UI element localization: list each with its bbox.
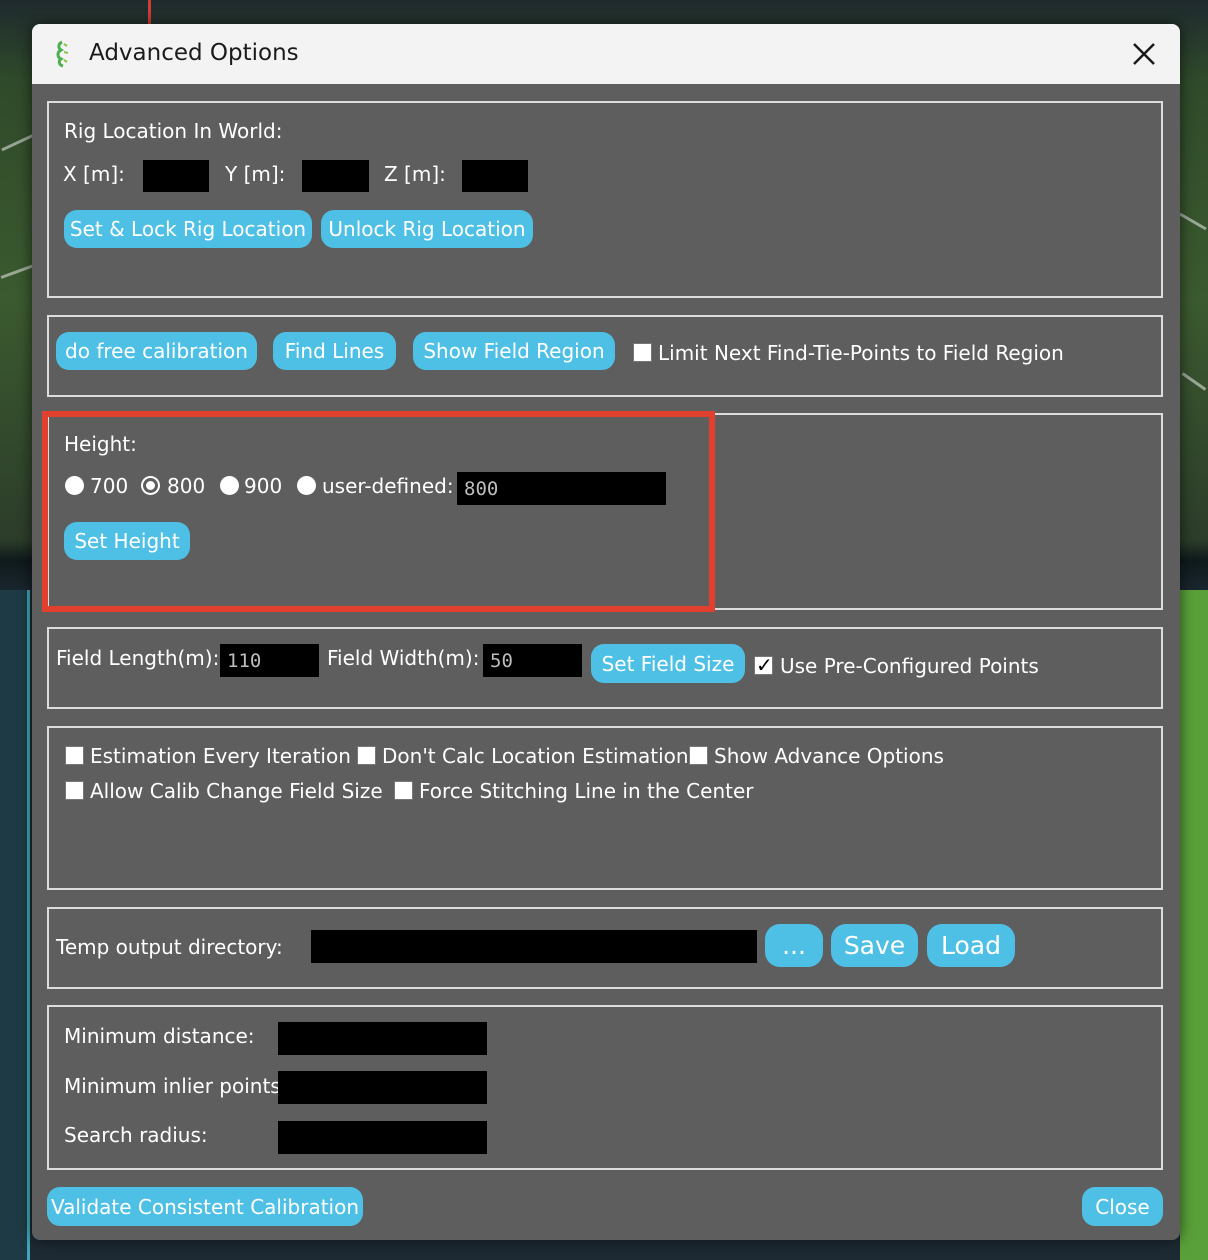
dialog-titlebar[interactable]: Advanced Options [32, 24, 1180, 84]
load-button[interactable]: Load [927, 924, 1015, 967]
field-length-input[interactable]: 110 [220, 644, 319, 677]
unlock-rig-button[interactable]: Unlock Rig Location [321, 210, 533, 248]
estimation-every-iteration-checkbox[interactable] [65, 746, 84, 765]
background-marker [148, 0, 151, 24]
rig-location-heading: Rig Location In World: [64, 119, 283, 143]
save-button[interactable]: Save [831, 924, 918, 967]
allow-calib-change-label: Allow Calib Change Field Size [90, 779, 383, 803]
search-radius-input[interactable] [278, 1121, 487, 1154]
height-highlight-box [42, 411, 715, 612]
close-button[interactable]: Close [1082, 1187, 1163, 1226]
min-distance-input[interactable] [278, 1022, 487, 1055]
show-field-region-button[interactable]: Show Field Region [413, 332, 615, 370]
force-stitching-checkbox[interactable] [394, 781, 413, 800]
y-input[interactable] [302, 160, 369, 192]
x-label: X [m]: [63, 162, 125, 186]
check-mark-icon: ✓ [756, 653, 773, 677]
validate-calibration-button[interactable]: Validate Consistent Calibration [47, 1187, 363, 1226]
estimation-every-iteration-label: Estimation Every Iteration [90, 744, 351, 768]
preconfigured-points-label: Use Pre-Configured Points [780, 654, 1039, 678]
field-length-label: Field Length(m): [56, 646, 220, 670]
y-label: Y [m]: [225, 162, 286, 186]
allow-calib-change-checkbox[interactable] [65, 781, 84, 800]
output-directory-label: Temp output directory: [56, 935, 283, 959]
limit-field-region-label: Limit Next Find-Tie-Points to Field Regi… [658, 341, 1064, 365]
browse-button[interactable]: ... [765, 924, 823, 967]
show-advance-options-checkbox[interactable] [689, 746, 708, 765]
background-panel-left [0, 590, 30, 1260]
show-advance-options-label: Show Advance Options [714, 744, 944, 768]
set-field-size-button[interactable]: Set Field Size [591, 644, 745, 683]
set-lock-rig-button[interactable]: Set & Lock Rig Location [64, 210, 312, 248]
min-inlier-input[interactable] [278, 1071, 487, 1104]
min-distance-label: Minimum distance: [64, 1024, 255, 1048]
x-input[interactable] [143, 160, 209, 192]
preconfigured-points-checkbox[interactable]: ✓ [754, 653, 773, 677]
dont-calc-location-label: Don't Calc Location Estimation [382, 744, 689, 768]
free-calibration-button[interactable]: do free calibration [56, 332, 257, 370]
force-stitching-label: Force Stitching Line in the Center [419, 779, 754, 803]
output-directory-input[interactable] [311, 930, 757, 963]
min-inlier-label: Minimum inlier points: [64, 1074, 288, 1098]
background-panel-right [1180, 590, 1208, 1260]
advanced-options-dialog: Advanced Options Rig Location In World: … [32, 24, 1180, 1240]
field-width-input[interactable]: 50 [483, 644, 582, 677]
app-logo-icon [56, 40, 69, 68]
field-width-label: Field Width(m): [327, 646, 480, 670]
close-icon[interactable] [1130, 40, 1158, 68]
dont-calc-location-checkbox[interactable] [357, 746, 376, 765]
search-radius-label: Search radius: [64, 1123, 208, 1147]
z-input[interactable] [462, 160, 528, 192]
z-label: Z [m]: [384, 162, 446, 186]
find-lines-button[interactable]: Find Lines [273, 332, 396, 370]
dialog-title: Advanced Options [89, 40, 299, 66]
limit-field-region-checkbox[interactable] [633, 343, 652, 362]
